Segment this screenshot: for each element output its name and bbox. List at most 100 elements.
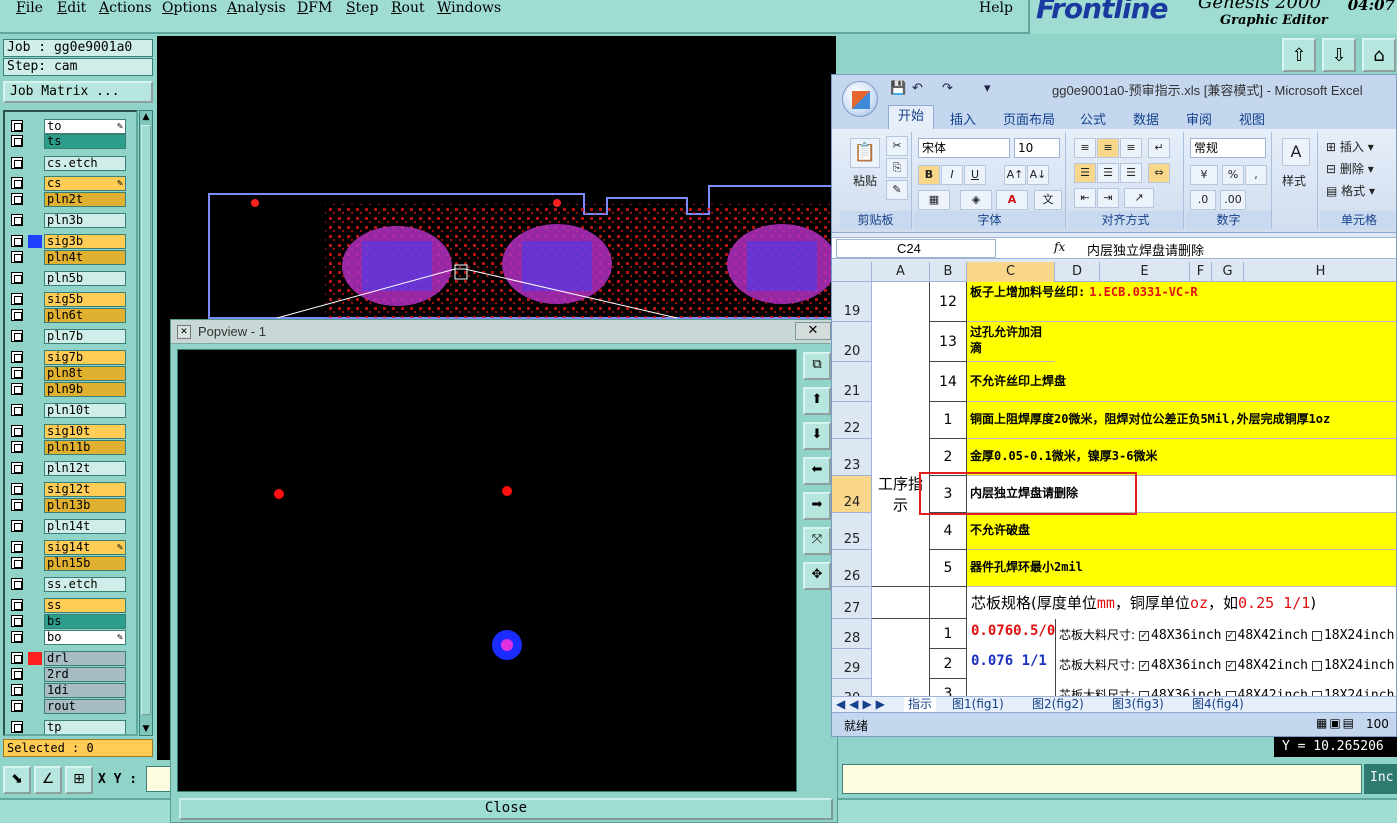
layer-row[interactable]: pln5b (8, 271, 126, 286)
layer-checkbox[interactable] (11, 404, 23, 416)
layer-row[interactable]: sig14t ✎ (8, 540, 126, 555)
core-thickness-cell[interactable]: 0.076 1/1 (971, 653, 1055, 679)
layer-row[interactable]: pln4t (8, 250, 126, 265)
align-left-icon[interactable]: ☰ (1074, 163, 1096, 183)
align-bottom-icon[interactable]: ≡ (1120, 138, 1142, 158)
empty-cell[interactable] (872, 619, 930, 649)
layer-name[interactable]: pln7b (44, 329, 126, 344)
layer-name[interactable]: drl (44, 651, 126, 666)
layer-checkbox[interactable] (11, 668, 23, 680)
home-icon[interactable]: ⌂ (1362, 38, 1396, 72)
tab-home[interactable]: 开始 (888, 105, 934, 129)
column-header-cell[interactable]: A (872, 262, 930, 282)
instruction-cell[interactable]: 板子上增加料号丝印: 1.ECB.0331-VC-R (967, 282, 1396, 322)
number-format-select[interactable]: 常规 (1190, 138, 1266, 158)
cut-icon[interactable]: ✂ (886, 136, 908, 156)
column-header-cell[interactable]: C (967, 262, 1055, 282)
menu-windows[interactable]: Windows (437, 0, 501, 16)
shrink-font-icon[interactable]: A↓ (1027, 165, 1049, 185)
close-icon[interactable]: ✕ (795, 322, 831, 340)
layer-row[interactable]: bo ✎ (8, 630, 126, 645)
decrease-decimal-icon[interactable]: .00 (1220, 190, 1246, 210)
currency-icon[interactable]: ¥ (1190, 165, 1218, 185)
row-header[interactable]: 29 (832, 649, 872, 679)
popview-pan-up-icon[interactable]: ⬆ (803, 387, 831, 415)
align-top-icon[interactable]: ≡ (1074, 138, 1096, 158)
layer-row[interactable]: cs ✎ (8, 176, 126, 191)
style-icon[interactable]: A (1282, 138, 1310, 166)
option-checkbox[interactable]: ✓ (1139, 630, 1150, 641)
layer-checkbox[interactable] (11, 272, 23, 284)
number-cell[interactable]: 12 (930, 282, 967, 322)
layer-checkbox[interactable] (11, 631, 23, 643)
layer-name[interactable]: rout (44, 699, 126, 714)
job-matrix-button[interactable]: Job Matrix ... (3, 81, 153, 103)
popview-pan-left-icon[interactable]: ⬅ (803, 457, 831, 485)
layer-row[interactable]: pln3b (8, 213, 126, 228)
layer-checkbox[interactable] (11, 293, 23, 305)
menu-analysis[interactable]: Analysis (227, 0, 286, 16)
tab-view[interactable]: 视图 (1239, 109, 1265, 128)
layer-checkbox[interactable] (11, 615, 23, 627)
layer-name[interactable]: sig12t (44, 482, 126, 497)
align-right-icon[interactable]: ☰ (1120, 163, 1142, 183)
layer-name[interactable]: tp (44, 720, 126, 734)
row-header[interactable]: 22 (832, 402, 872, 439)
style-label[interactable]: 样式 (1282, 172, 1306, 189)
increase-decimal-icon[interactable]: .0 (1190, 190, 1216, 210)
orientation-icon[interactable]: ↗ (1124, 188, 1154, 208)
tab-data[interactable]: 数据 (1133, 109, 1159, 128)
empty-cell[interactable] (872, 649, 930, 679)
layer-checkbox[interactable] (11, 441, 23, 453)
layer-name[interactable]: sig10t (44, 424, 126, 439)
layer-checkbox[interactable] (11, 684, 23, 696)
fill-color-icon[interactable]: ◈ (960, 190, 992, 210)
layer-row[interactable]: pln8t (8, 366, 126, 381)
popview-titlebar[interactable]: ✕ Popview - 1 ✕ (171, 320, 837, 344)
paste-icon[interactable]: 📋 (850, 138, 880, 168)
layer-name[interactable]: pln12t (44, 461, 126, 476)
layer-row[interactable]: pln6t (8, 308, 126, 323)
layer-row[interactable]: cs.etch (8, 156, 126, 171)
phonetic-icon[interactable]: 文 (1034, 190, 1062, 210)
layer-row[interactable]: pln13b (8, 498, 126, 513)
layer-checkbox[interactable] (11, 157, 23, 169)
popview-canvas[interactable] (177, 349, 797, 792)
layer-name[interactable]: pln13b (44, 498, 126, 513)
format-cells-button[interactable]: ▤ 格式 ▾ (1326, 182, 1375, 199)
popview-zoom-icon[interactable]: ⧉ (803, 352, 831, 380)
layer-checkbox[interactable] (11, 177, 23, 189)
layer-name[interactable]: ts (44, 134, 126, 149)
row-header[interactable]: 25 (832, 513, 872, 550)
instruction-cell[interactable]: 金厚0.05-0.1微米，镍厚3-6微米 (967, 439, 1396, 476)
layer-row[interactable]: ts (8, 134, 126, 149)
layer-checkbox[interactable] (11, 541, 23, 553)
fx-icon[interactable]: fx (1054, 240, 1065, 254)
wrap-text-icon[interactable]: ↵ (1148, 138, 1170, 158)
layer-name[interactable]: pln2t (44, 192, 126, 207)
panel-size-row[interactable]: 芯板大料尺寸: ✓ 48X36inch ✓ 48X42inch 18X24inch (1059, 656, 1394, 673)
number-cell[interactable]: 1 (930, 402, 967, 439)
layer-row[interactable]: rout (8, 699, 126, 714)
layer-checkbox[interactable] (11, 235, 23, 247)
layer-row[interactable]: bs (8, 614, 126, 629)
number-cell[interactable]: 5 (930, 550, 967, 587)
sheet-tab[interactable]: 图4(fig4) (1192, 697, 1244, 713)
layer-row[interactable]: pln15b (8, 556, 126, 571)
customize-icon[interactable]: ▾ (984, 81, 991, 96)
layer-name[interactable]: sig14t ✎ (44, 540, 126, 555)
sheet-tab[interactable]: 图2(fig2) (1032, 697, 1084, 713)
tab-page-layout[interactable]: 页面布局 (1003, 109, 1055, 128)
layer-row[interactable]: pln14t (8, 519, 126, 534)
sheet-tab-active[interactable]: 指示 (904, 697, 937, 713)
popview-pan-right-icon[interactable]: ➡ (803, 492, 831, 520)
xy-input[interactable] (146, 766, 172, 792)
scroll-thumb[interactable] (141, 125, 151, 715)
row-header[interactable]: 26 (832, 550, 872, 587)
empty-cell[interactable] (872, 587, 930, 619)
layer-row[interactable]: pln10t (8, 403, 126, 418)
popview-center-icon[interactable]: ✥ (803, 562, 831, 590)
layer-name[interactable]: pln8t (44, 366, 126, 381)
view-buttons-icon[interactable]: ▦▣▤ (1316, 716, 1356, 730)
panel-size-row[interactable]: 芯板大料尺寸: ✓ 48X36inch ✓ 48X42inch 18X24inch (1059, 626, 1394, 643)
